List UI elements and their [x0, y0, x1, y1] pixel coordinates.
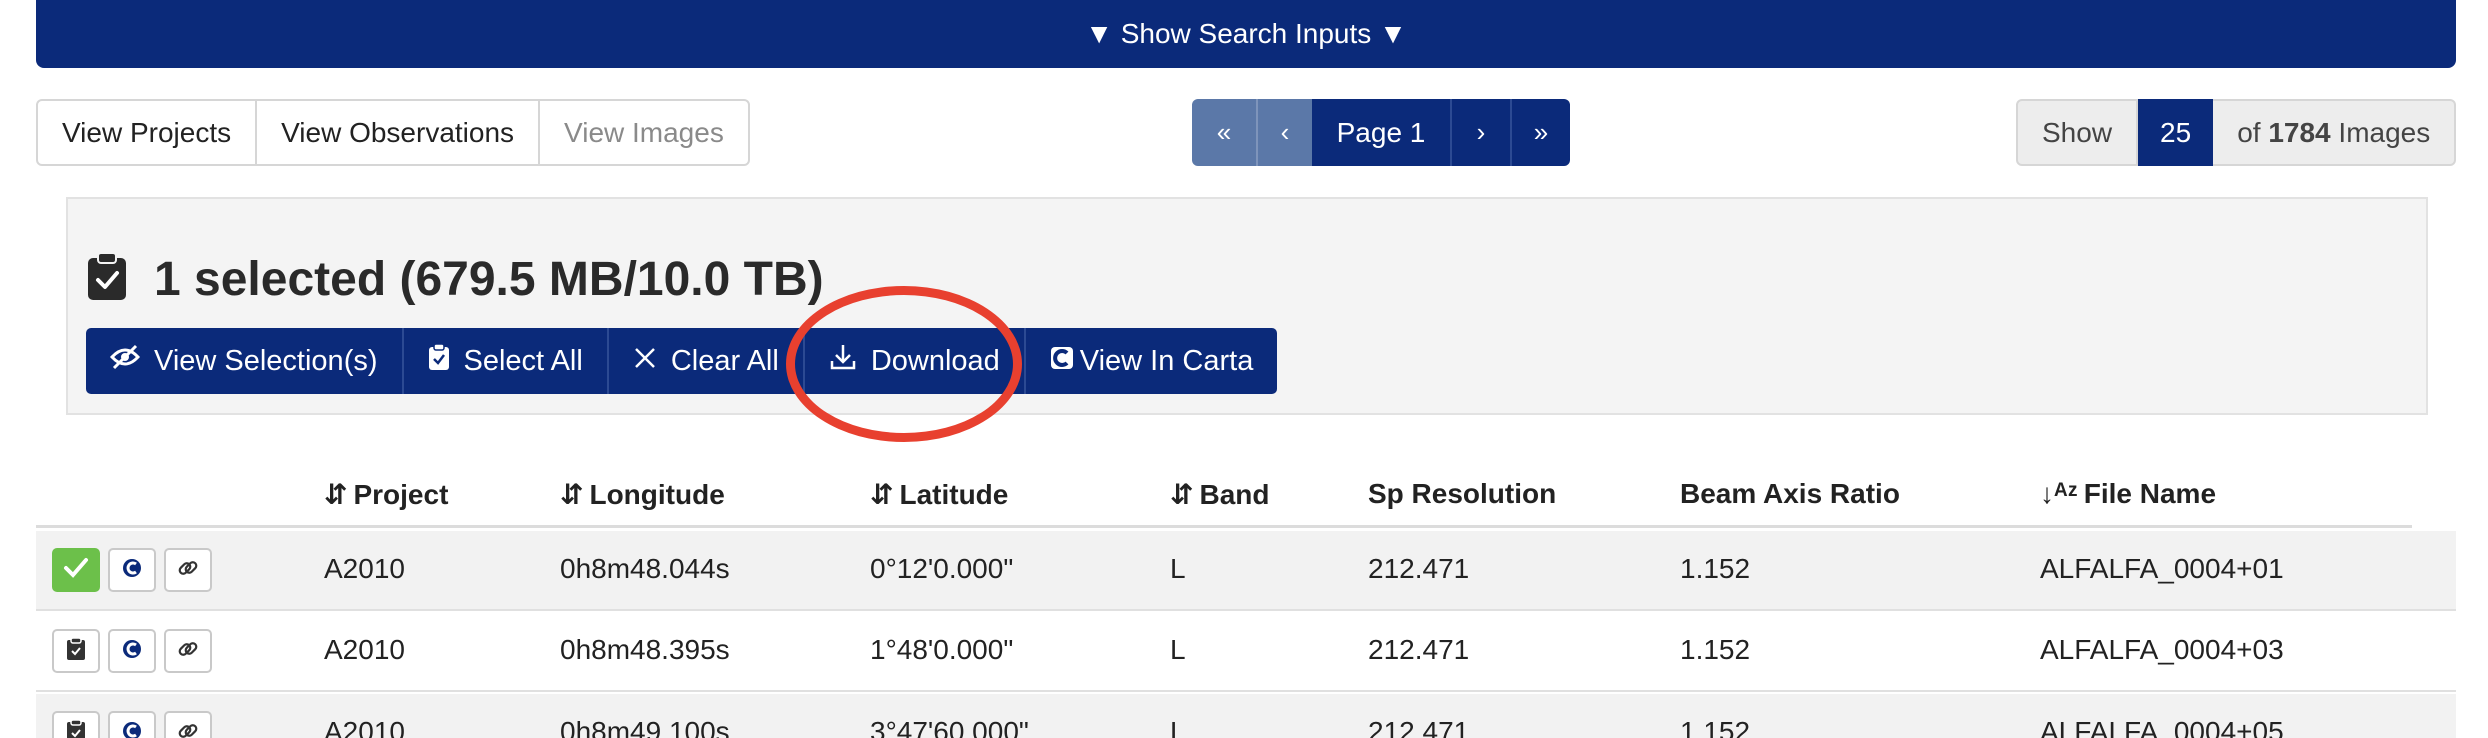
- open-in-carta-button[interactable]: [108, 548, 156, 592]
- sort-icon: ⇵: [324, 479, 348, 510]
- clear-all-label: Clear All: [670, 344, 779, 377]
- eye-slash-icon: [109, 344, 141, 378]
- cell-sp-resolution: 212.471: [1368, 634, 1470, 665]
- view-selection-label: View Selection(s): [154, 344, 378, 377]
- cell-latitude: 3°47'60.000": [870, 716, 1029, 738]
- cell-project: A2010: [324, 634, 405, 665]
- prev-page-button[interactable]: ‹: [1256, 99, 1312, 166]
- cell-beam-axis-ratio: 1.152: [1680, 634, 1751, 665]
- cell-beam-axis-ratio: 1.152: [1680, 716, 1751, 738]
- cell-latitude: 0°12'0.000": [870, 553, 1014, 584]
- check-icon: [63, 557, 89, 584]
- cell-project: A2010: [324, 716, 405, 738]
- header-sp-resolution: Sp Resolution: [1368, 478, 1557, 509]
- open-in-carta-button[interactable]: [108, 711, 156, 738]
- select-all-label: Select All: [463, 344, 583, 377]
- clipboard-icon: [66, 636, 86, 666]
- select-all-button[interactable]: Select All: [404, 328, 609, 394]
- header-beam-axis-ratio: Beam Axis Ratio: [1680, 478, 1900, 509]
- close-icon: [633, 345, 657, 378]
- cell-sp-resolution: 212.471: [1368, 716, 1470, 738]
- cell-band: L: [1170, 634, 1186, 665]
- select-row-button[interactable]: [52, 629, 100, 673]
- sort-band-header[interactable]: ⇵ Band: [1170, 478, 1269, 511]
- next-page-button[interactable]: ›: [1450, 99, 1510, 166]
- sort-longitude-header[interactable]: ⇵ Longitude: [560, 478, 725, 511]
- view-images-button[interactable]: View Images: [538, 99, 750, 166]
- last-page-button[interactable]: »: [1510, 99, 1570, 166]
- show-search-inputs-label: ▼ Show Search Inputs ▼: [1085, 18, 1407, 49]
- clear-all-button[interactable]: Clear All: [609, 328, 805, 394]
- page-size-select[interactable]: 25: [2138, 99, 2214, 166]
- header-band: Band: [1199, 478, 1270, 510]
- select-row-checkbox[interactable]: [52, 548, 100, 592]
- count-unit: Images: [2338, 116, 2431, 148]
- selection-summary: 1 selected (679.5 MB/10.0 TB): [86, 252, 824, 307]
- selection-title: 1 selected (679.5 MB/10.0 TB): [154, 253, 824, 306]
- download-highlight-circle: [786, 286, 1022, 442]
- cell-file-name: ALFALFA_0004+03: [2040, 634, 2284, 665]
- carta-icon: [121, 557, 143, 584]
- sort-icon: ⇵: [1170, 479, 1194, 510]
- header-project: Project: [353, 478, 449, 510]
- cell-longitude: 0h8m48.044s: [560, 553, 730, 584]
- current-page-label: Page 1: [1312, 99, 1450, 166]
- cell-file-name: ALFALFA_0004+05: [2040, 716, 2284, 738]
- link-icon: [176, 637, 200, 666]
- selection-actions: View Selection(s) Select All Clear All D…: [86, 328, 1278, 394]
- view-tabs: View Projects View Observations View Ima…: [36, 99, 750, 166]
- copy-link-button[interactable]: [164, 711, 212, 738]
- cell-band: L: [1170, 553, 1186, 584]
- cell-project: A2010: [324, 553, 405, 584]
- sort-icon: ⇵: [870, 479, 894, 510]
- cell-band: L: [1170, 716, 1186, 738]
- cell-sp-resolution: 212.471: [1368, 553, 1470, 584]
- show-search-inputs-toggle[interactable]: ▼ Show Search Inputs ▼: [36, 0, 2456, 68]
- cell-longitude: 0h8m48.395s: [560, 634, 730, 665]
- header-latitude: Latitude: [899, 478, 1009, 510]
- pagination: « ‹ Page 1 › »: [1192, 99, 1570, 166]
- view-projects-button[interactable]: View Projects: [36, 99, 258, 166]
- clipboard-check-icon: [86, 252, 128, 307]
- sort-az-icon: ↓ᴬᶻ: [2040, 478, 2078, 509]
- carta-icon: [1050, 345, 1074, 378]
- view-observations-button[interactable]: View Observations: [255, 99, 541, 166]
- sort-latitude-header[interactable]: ⇵ Latitude: [870, 478, 1008, 511]
- copy-link-button[interactable]: [164, 548, 212, 592]
- view-in-carta-button[interactable]: View In Carta: [1026, 328, 1278, 394]
- carta-icon: [121, 638, 143, 665]
- total-count: 1784: [2268, 116, 2331, 148]
- show-label: Show: [2016, 99, 2139, 166]
- header-longitude: Longitude: [589, 478, 725, 510]
- sort-project-header[interactable]: ⇵ Project: [324, 478, 448, 511]
- page-size-control: Show 25 of 1784 Images: [2016, 99, 2457, 166]
- clipboard-icon: [66, 718, 86, 738]
- header-file-name: File Name: [2083, 478, 2217, 509]
- sort-icon: ⇵: [560, 479, 584, 510]
- select-row-button[interactable]: [52, 711, 100, 738]
- link-icon: [176, 556, 200, 585]
- cell-beam-axis-ratio: 1.152: [1680, 553, 1751, 584]
- link-icon: [176, 719, 200, 738]
- table-row: A2010 0h8m49.100s 3°47'60.000" L 212.471…: [36, 694, 2456, 738]
- open-in-carta-button[interactable]: [108, 629, 156, 673]
- table-header: ⇵ Project ⇵ Longitude ⇵ Latitude ⇵ Band Sp R…: [36, 460, 2412, 528]
- cell-file-name: ALFALFA_0004+01: [2040, 553, 2284, 584]
- clipboard-check-icon: [428, 343, 450, 379]
- table-row: A2010 0h8m48.395s 1°48'0.000" L 212.471 …: [36, 612, 2456, 692]
- total-count-label: of 1784 Images: [2213, 99, 2457, 166]
- view-selection-button[interactable]: View Selection(s): [86, 328, 404, 394]
- first-page-button[interactable]: «: [1192, 99, 1256, 166]
- view-in-carta-label: View In Carta: [1079, 344, 1254, 377]
- carta-icon: [121, 720, 143, 738]
- table-row: A2010 0h8m48.044s 0°12'0.000" L 212.471 …: [36, 531, 2456, 611]
- cell-latitude: 1°48'0.000": [870, 634, 1014, 665]
- of-label: of: [2237, 116, 2261, 148]
- copy-link-button[interactable]: [164, 629, 212, 673]
- sort-file-name-header[interactable]: ↓ᴬᶻ File Name: [2040, 478, 2216, 510]
- cell-longitude: 0h8m49.100s: [560, 716, 730, 738]
